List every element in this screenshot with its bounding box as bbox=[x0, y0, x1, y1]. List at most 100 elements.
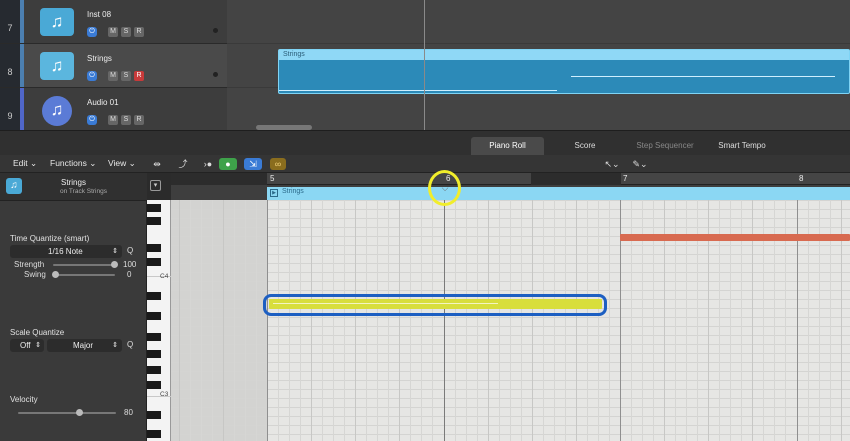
strings-region[interactable]: Strings bbox=[278, 49, 850, 94]
swing-label: Swing bbox=[24, 270, 46, 279]
scale-type-select[interactable]: Major ⇕ bbox=[47, 339, 122, 352]
playhead-line[interactable] bbox=[424, 0, 425, 130]
track-activity-dot bbox=[213, 72, 218, 77]
strength-slider-knob[interactable] bbox=[111, 261, 118, 268]
track-name[interactable]: Inst 08 bbox=[87, 10, 111, 19]
track-power-button[interactable]: ⏻ bbox=[87, 27, 97, 37]
strength-value: 100 bbox=[123, 260, 137, 269]
grid-column-line bbox=[554, 200, 555, 441]
time-quantize-select[interactable]: 1/16 Note ⇕ bbox=[10, 245, 122, 258]
strength-slider[interactable] bbox=[53, 264, 115, 266]
audio-icon: ♫ bbox=[42, 96, 72, 126]
swing-slider-knob[interactable] bbox=[52, 271, 59, 278]
black-key[interactable] bbox=[147, 217, 161, 225]
track-name[interactable]: Audio 01 bbox=[87, 98, 119, 107]
playhead-marker-icon[interactable]: ⌵ bbox=[440, 183, 450, 194]
black-key[interactable] bbox=[147, 244, 161, 252]
split-icon[interactable]: ⇹ bbox=[150, 158, 164, 170]
black-key[interactable] bbox=[147, 333, 161, 341]
inspector-menu-icon[interactable]: ▾ bbox=[150, 180, 161, 191]
black-key[interactable] bbox=[147, 350, 161, 358]
region-note-preview bbox=[279, 90, 557, 91]
link-icon[interactable]: ∞ bbox=[270, 158, 286, 170]
track-number: 9 bbox=[0, 88, 20, 131]
grid-column-line bbox=[421, 200, 422, 441]
tab-score[interactable]: Score bbox=[548, 137, 622, 155]
track-header-inst08[interactable]: 7 ♫ Inst 08 ⏻ M S R bbox=[0, 0, 227, 44]
chevron-down-icon: ⌄ bbox=[30, 158, 38, 168]
grid-column-line bbox=[289, 200, 290, 441]
catch-playhead-icon[interactable]: ⇲ bbox=[244, 158, 262, 170]
time-quantize-value: 1/16 Note bbox=[48, 247, 83, 256]
playhead-line[interactable] bbox=[444, 200, 445, 441]
track-header-audio01[interactable]: 9 ♫ Audio 01 ⏻ M S R bbox=[0, 88, 227, 132]
chevron-updown-icon: ⇕ bbox=[35, 342, 41, 349]
midi-in-icon[interactable]: ›● bbox=[201, 158, 215, 170]
track-number: 7 bbox=[0, 0, 20, 43]
swing-value: 0 bbox=[127, 270, 132, 279]
black-key[interactable] bbox=[147, 292, 161, 300]
velocity-slider-knob[interactable] bbox=[76, 409, 83, 416]
pointer-tool-icon[interactable]: ↖⌄ bbox=[600, 158, 624, 170]
scale-quantize-button[interactable]: Q bbox=[127, 340, 133, 349]
black-key[interactable] bbox=[147, 312, 161, 320]
grid-column-line bbox=[223, 200, 224, 441]
track-lane[interactable] bbox=[227, 0, 850, 44]
edit-menu[interactable]: Edit ⌄ bbox=[13, 158, 37, 169]
grid-column-line bbox=[355, 200, 356, 441]
black-key[interactable] bbox=[147, 381, 161, 389]
black-key[interactable] bbox=[147, 411, 161, 419]
black-key[interactable] bbox=[147, 430, 161, 438]
piano-roll-grid[interactable] bbox=[171, 200, 850, 441]
piano-keyboard[interactable]: C4 C3 bbox=[147, 200, 171, 441]
pencil-tool-icon[interactable]: ✎⌄ bbox=[628, 158, 652, 170]
track-power-button[interactable]: ⏻ bbox=[87, 115, 97, 125]
track-record-button[interactable]: R bbox=[134, 115, 144, 125]
track-number: 8 bbox=[0, 44, 20, 87]
functions-menu[interactable]: Functions ⌄ bbox=[50, 158, 96, 169]
music-note-icon: ♫ bbox=[40, 52, 74, 80]
edit-menu-label: Edit bbox=[13, 158, 28, 168]
track-power-button[interactable]: ⏻ bbox=[87, 71, 97, 81]
grid-column-line bbox=[234, 200, 235, 441]
bar-ruler[interactable]: 5 6 7 8 bbox=[171, 173, 850, 185]
grid-column-line bbox=[532, 200, 533, 441]
grid-column-line bbox=[521, 200, 522, 441]
track-solo-button[interactable]: S bbox=[121, 27, 131, 37]
grid-column-line bbox=[190, 200, 191, 441]
time-quantize-label: Time Quantize (smart) bbox=[10, 234, 90, 243]
tab-piano-roll[interactable]: Piano Roll bbox=[471, 137, 544, 155]
grid-column-line bbox=[256, 200, 257, 441]
track-solo-button[interactable]: S bbox=[121, 71, 131, 81]
region-label: Strings bbox=[283, 51, 305, 58]
play-icon: ▶ bbox=[270, 189, 278, 197]
velocity-slider[interactable] bbox=[18, 412, 116, 414]
scale-root-select[interactable]: Off ⇕ bbox=[10, 339, 44, 352]
track-header-strings[interactable]: 8 ♫ Strings ⏻ M S R bbox=[0, 44, 227, 88]
piano-roll-region-bar[interactable]: ▶ Strings bbox=[267, 187, 850, 200]
track-record-button[interactable]: R bbox=[134, 71, 144, 81]
grid-column-line bbox=[576, 200, 577, 441]
track-mute-button[interactable]: M bbox=[108, 71, 118, 81]
track-record-button[interactable]: R bbox=[134, 27, 144, 37]
velocity-value: 80 bbox=[124, 408, 133, 417]
midi-note[interactable] bbox=[620, 234, 850, 241]
region-inspector: ♫ Strings on Track Strings ▾ Time Quanti… bbox=[0, 173, 161, 441]
view-menu[interactable]: View ⌄ bbox=[108, 158, 136, 169]
tab-step-sequencer[interactable]: Step Sequencer bbox=[626, 137, 704, 155]
track-mute-button[interactable]: M bbox=[108, 115, 118, 125]
quantize-button[interactable]: Q bbox=[127, 246, 133, 255]
grid-column-line bbox=[432, 200, 433, 441]
swing-slider[interactable] bbox=[53, 274, 115, 276]
black-key[interactable] bbox=[147, 204, 161, 212]
track-lane[interactable] bbox=[227, 88, 850, 132]
tab-smart-tempo[interactable]: Smart Tempo bbox=[706, 137, 778, 155]
midi-out-icon[interactable]: ● bbox=[219, 158, 237, 170]
chevron-updown-icon: ⇕ bbox=[112, 342, 118, 349]
track-mute-button[interactable]: M bbox=[108, 27, 118, 37]
automation-curve-icon[interactable]: ⤴ bbox=[174, 158, 192, 170]
black-key[interactable] bbox=[147, 258, 161, 266]
track-name[interactable]: Strings bbox=[87, 54, 112, 63]
track-solo-button[interactable]: S bbox=[121, 115, 131, 125]
black-key[interactable] bbox=[147, 366, 161, 374]
